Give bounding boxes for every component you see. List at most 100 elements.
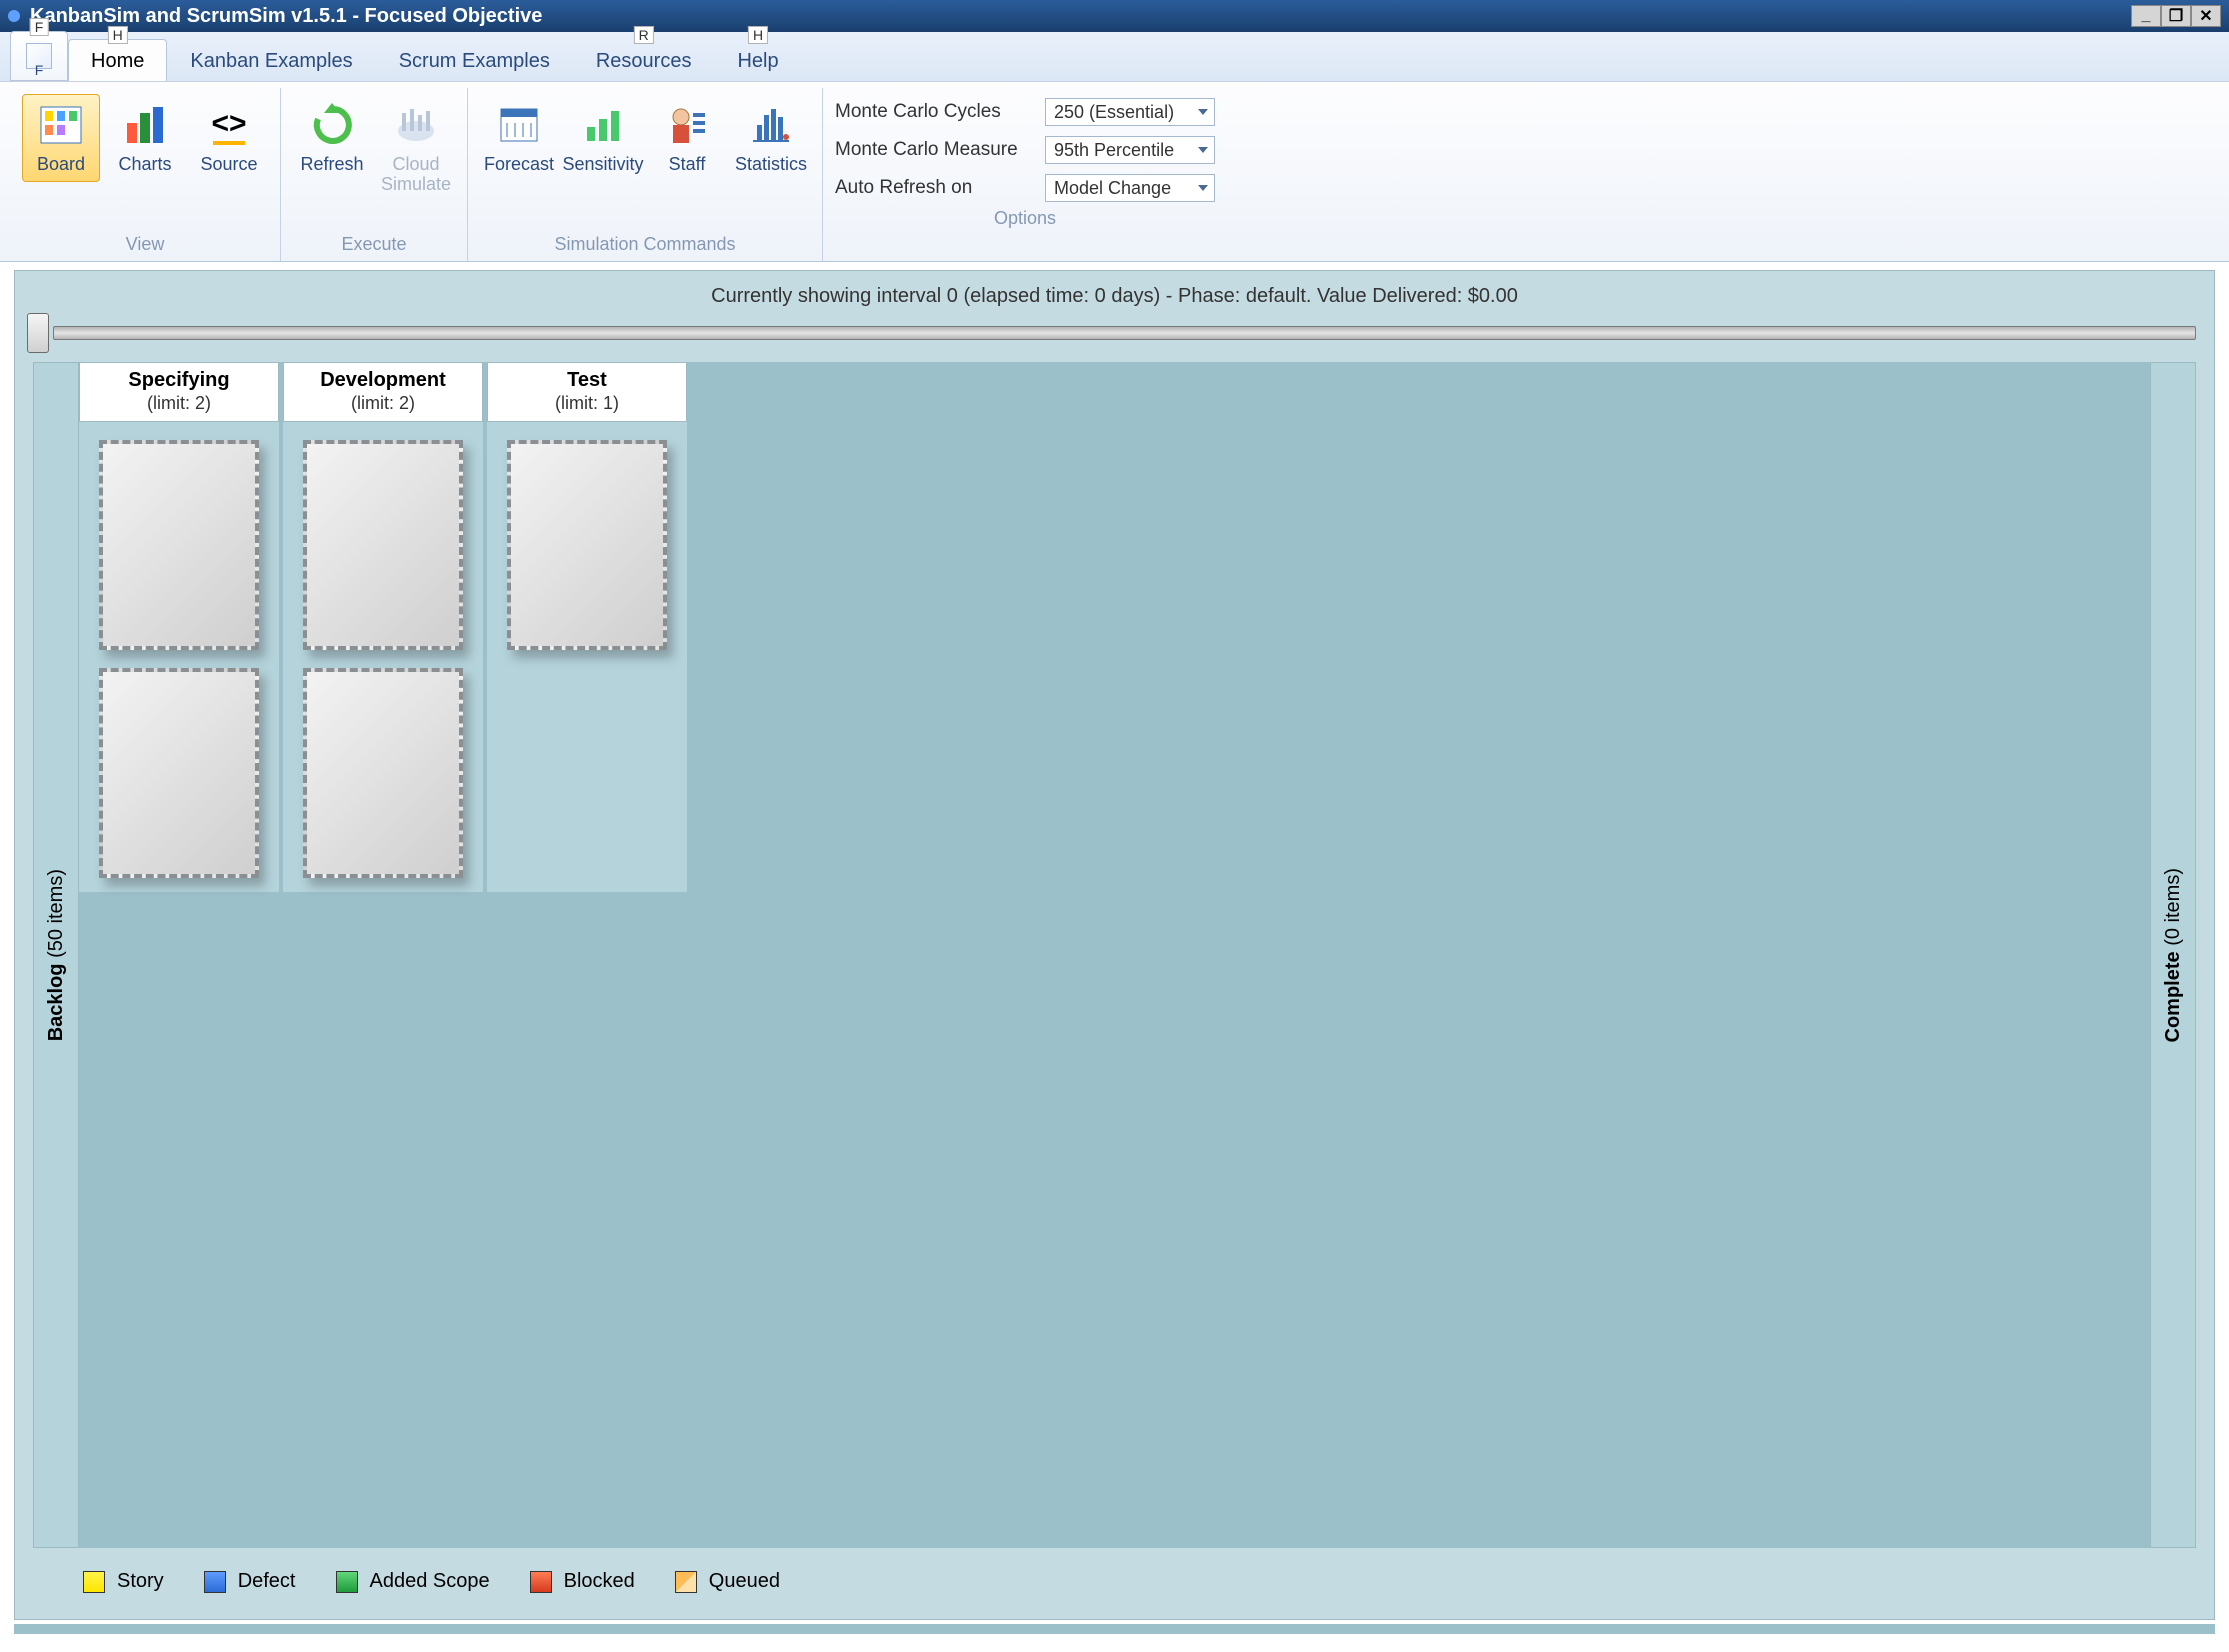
cycles-label: Monte Carlo Cycles: [835, 101, 1035, 123]
group-label-options: Options: [835, 202, 1215, 235]
card-slot[interactable]: [99, 668, 259, 878]
staff-label: Staff: [669, 155, 706, 175]
refresh-button[interactable]: Refresh: [293, 94, 371, 182]
column-name: Specifying: [84, 369, 274, 392]
timeline-slider[interactable]: [23, 318, 2206, 348]
window-title: KanbanSim and ScrumSim v1.5.1 - Focused …: [30, 5, 542, 28]
group-label-sim: Simulation Commands: [480, 228, 810, 261]
swatch-icon: [336, 1571, 358, 1593]
swatch-icon: [675, 1571, 697, 1593]
group-label-execute: Execute: [293, 228, 455, 261]
statistics-button[interactable]: Statistics: [732, 94, 810, 182]
auto-refresh-label: Auto Refresh on: [835, 177, 1035, 199]
source-button[interactable]: <> Source: [190, 94, 268, 182]
cycles-dropdown[interactable]: 250 (Essential): [1045, 98, 1215, 126]
keytip: R: [634, 26, 654, 44]
forecast-button[interactable]: Forecast: [480, 94, 558, 182]
legend-item-queued: Queued: [675, 1570, 780, 1593]
ribbon-group-execute: Refresh Cloud Simulate Execute: [281, 88, 468, 261]
legend-label: Blocked: [564, 1570, 635, 1593]
sensitivity-label: Sensitivity: [562, 155, 643, 175]
ribbon-tab-resources[interactable]: ResourcesR: [573, 39, 715, 81]
staff-button[interactable]: Staff: [648, 94, 726, 182]
staff-icon: [663, 101, 711, 149]
measure-dropdown[interactable]: 95th Percentile: [1045, 136, 1215, 164]
refresh-icon: [308, 101, 356, 149]
complete-count: (0 items): [2162, 868, 2184, 946]
column-name: Test: [492, 369, 682, 392]
measure-value: 95th Percentile: [1054, 140, 1174, 161]
kanban-center: Specifying(limit: 2)Development(limit: 2…: [79, 362, 2150, 1548]
kanban-column-development: Development(limit: 2): [283, 362, 483, 892]
legend-label: Defect: [238, 1570, 296, 1593]
close-button[interactable]: ✕: [2191, 5, 2221, 27]
svg-text:<>: <>: [211, 107, 246, 140]
ribbon-tabstrip: F F HomeHKanban ExamplesScrum ExamplesRe…: [0, 32, 2229, 82]
auto-refresh-dropdown[interactable]: Model Change: [1045, 174, 1215, 202]
charts-label: Charts: [118, 155, 171, 175]
kanban-column-test: Test(limit: 1): [487, 362, 687, 892]
legend-label: Story: [117, 1570, 164, 1593]
column-name: Development: [288, 369, 478, 392]
complete-column[interactable]: Complete (0 items): [2150, 362, 2196, 1548]
ribbon-tab-scrum-examples[interactable]: Scrum Examples: [376, 39, 573, 81]
kanban-column-header: Specifying(limit: 2): [79, 362, 279, 422]
sensitivity-button[interactable]: Sensitivity: [564, 94, 642, 182]
legend: Story Defect Added Scope Blocked Queued: [23, 1558, 2206, 1611]
swatch-icon: [83, 1571, 105, 1593]
cloud-simulate-button: Cloud Simulate: [377, 94, 455, 202]
board-container: Currently showing interval 0 (elapsed ti…: [0, 262, 2229, 1642]
app-orb-icon: [8, 10, 20, 22]
ribbon-tab-home[interactable]: HomeH: [68, 39, 167, 81]
legend-item-added-scope: Added Scope: [336, 1570, 490, 1593]
bottom-strip: [14, 1624, 2215, 1634]
legend-item-story: Story: [83, 1570, 164, 1593]
refresh-label: Refresh: [300, 155, 363, 175]
ribbon-tab-help[interactable]: HelpH: [714, 39, 801, 81]
file-keytip: F: [30, 18, 49, 36]
sensitivity-icon: [579, 101, 627, 149]
kanban-column-header: Test(limit: 1): [487, 362, 687, 422]
backlog-title: Backlog: [45, 963, 67, 1041]
charts-button[interactable]: Charts: [106, 94, 184, 182]
file-tab[interactable]: F F: [10, 31, 68, 81]
cycles-value: 250 (Essential): [1054, 102, 1174, 123]
keytip: H: [108, 26, 128, 44]
ribbon-group-view: Board Charts <> Source View: [10, 88, 281, 261]
column-limit: (limit: 1): [555, 393, 619, 413]
legend-label: Added Scope: [370, 1570, 490, 1593]
file-keytip-letter: F: [35, 62, 44, 78]
kanban-column-header: Development(limit: 2): [283, 362, 483, 422]
swatch-icon: [204, 1571, 226, 1593]
cloud-simulate-label: Cloud Simulate: [381, 155, 451, 195]
board-label: Board: [37, 155, 85, 175]
source-label: Source: [200, 155, 257, 175]
backlog-column[interactable]: Backlog (50 items): [33, 362, 79, 1548]
ribbon-body: Board Charts <> Source View: [0, 82, 2229, 262]
board-panel: Currently showing interval 0 (elapsed ti…: [14, 270, 2215, 1620]
legend-item-blocked: Blocked: [530, 1570, 635, 1593]
card-slot[interactable]: [507, 440, 667, 650]
board-columns: Backlog (50 items) Specifying(limit: 2)D…: [23, 362, 2206, 1558]
legend-label: Queued: [709, 1570, 780, 1593]
ribbon-group-simulation: Forecast Sensitivity Staff Statistics: [468, 88, 823, 261]
column-limit: (limit: 2): [351, 393, 415, 413]
measure-label: Monte Carlo Measure: [835, 139, 1035, 161]
restore-button[interactable]: ❐: [2161, 5, 2191, 27]
backlog-count: (50 items): [45, 869, 67, 958]
keytip: H: [748, 26, 768, 44]
board-button[interactable]: Board: [22, 94, 100, 182]
slider-track: [53, 326, 2196, 340]
cloud-simulate-icon: [392, 101, 440, 149]
ribbon-group-options: Monte Carlo Cycles 250 (Essential) Monte…: [823, 88, 1227, 261]
titlebar: KanbanSim and ScrumSim v1.5.1 - Focused …: [0, 0, 2229, 32]
ribbon-tab-kanban-examples[interactable]: Kanban Examples: [167, 39, 375, 81]
slider-thumb[interactable]: [27, 313, 49, 353]
statistics-label: Statistics: [735, 155, 807, 175]
card-slot[interactable]: [99, 440, 259, 650]
card-slot[interactable]: [303, 668, 463, 878]
forecast-icon: [495, 101, 543, 149]
auto-refresh-value: Model Change: [1054, 178, 1171, 199]
card-slot[interactable]: [303, 440, 463, 650]
minimize-button[interactable]: _: [2131, 5, 2161, 27]
